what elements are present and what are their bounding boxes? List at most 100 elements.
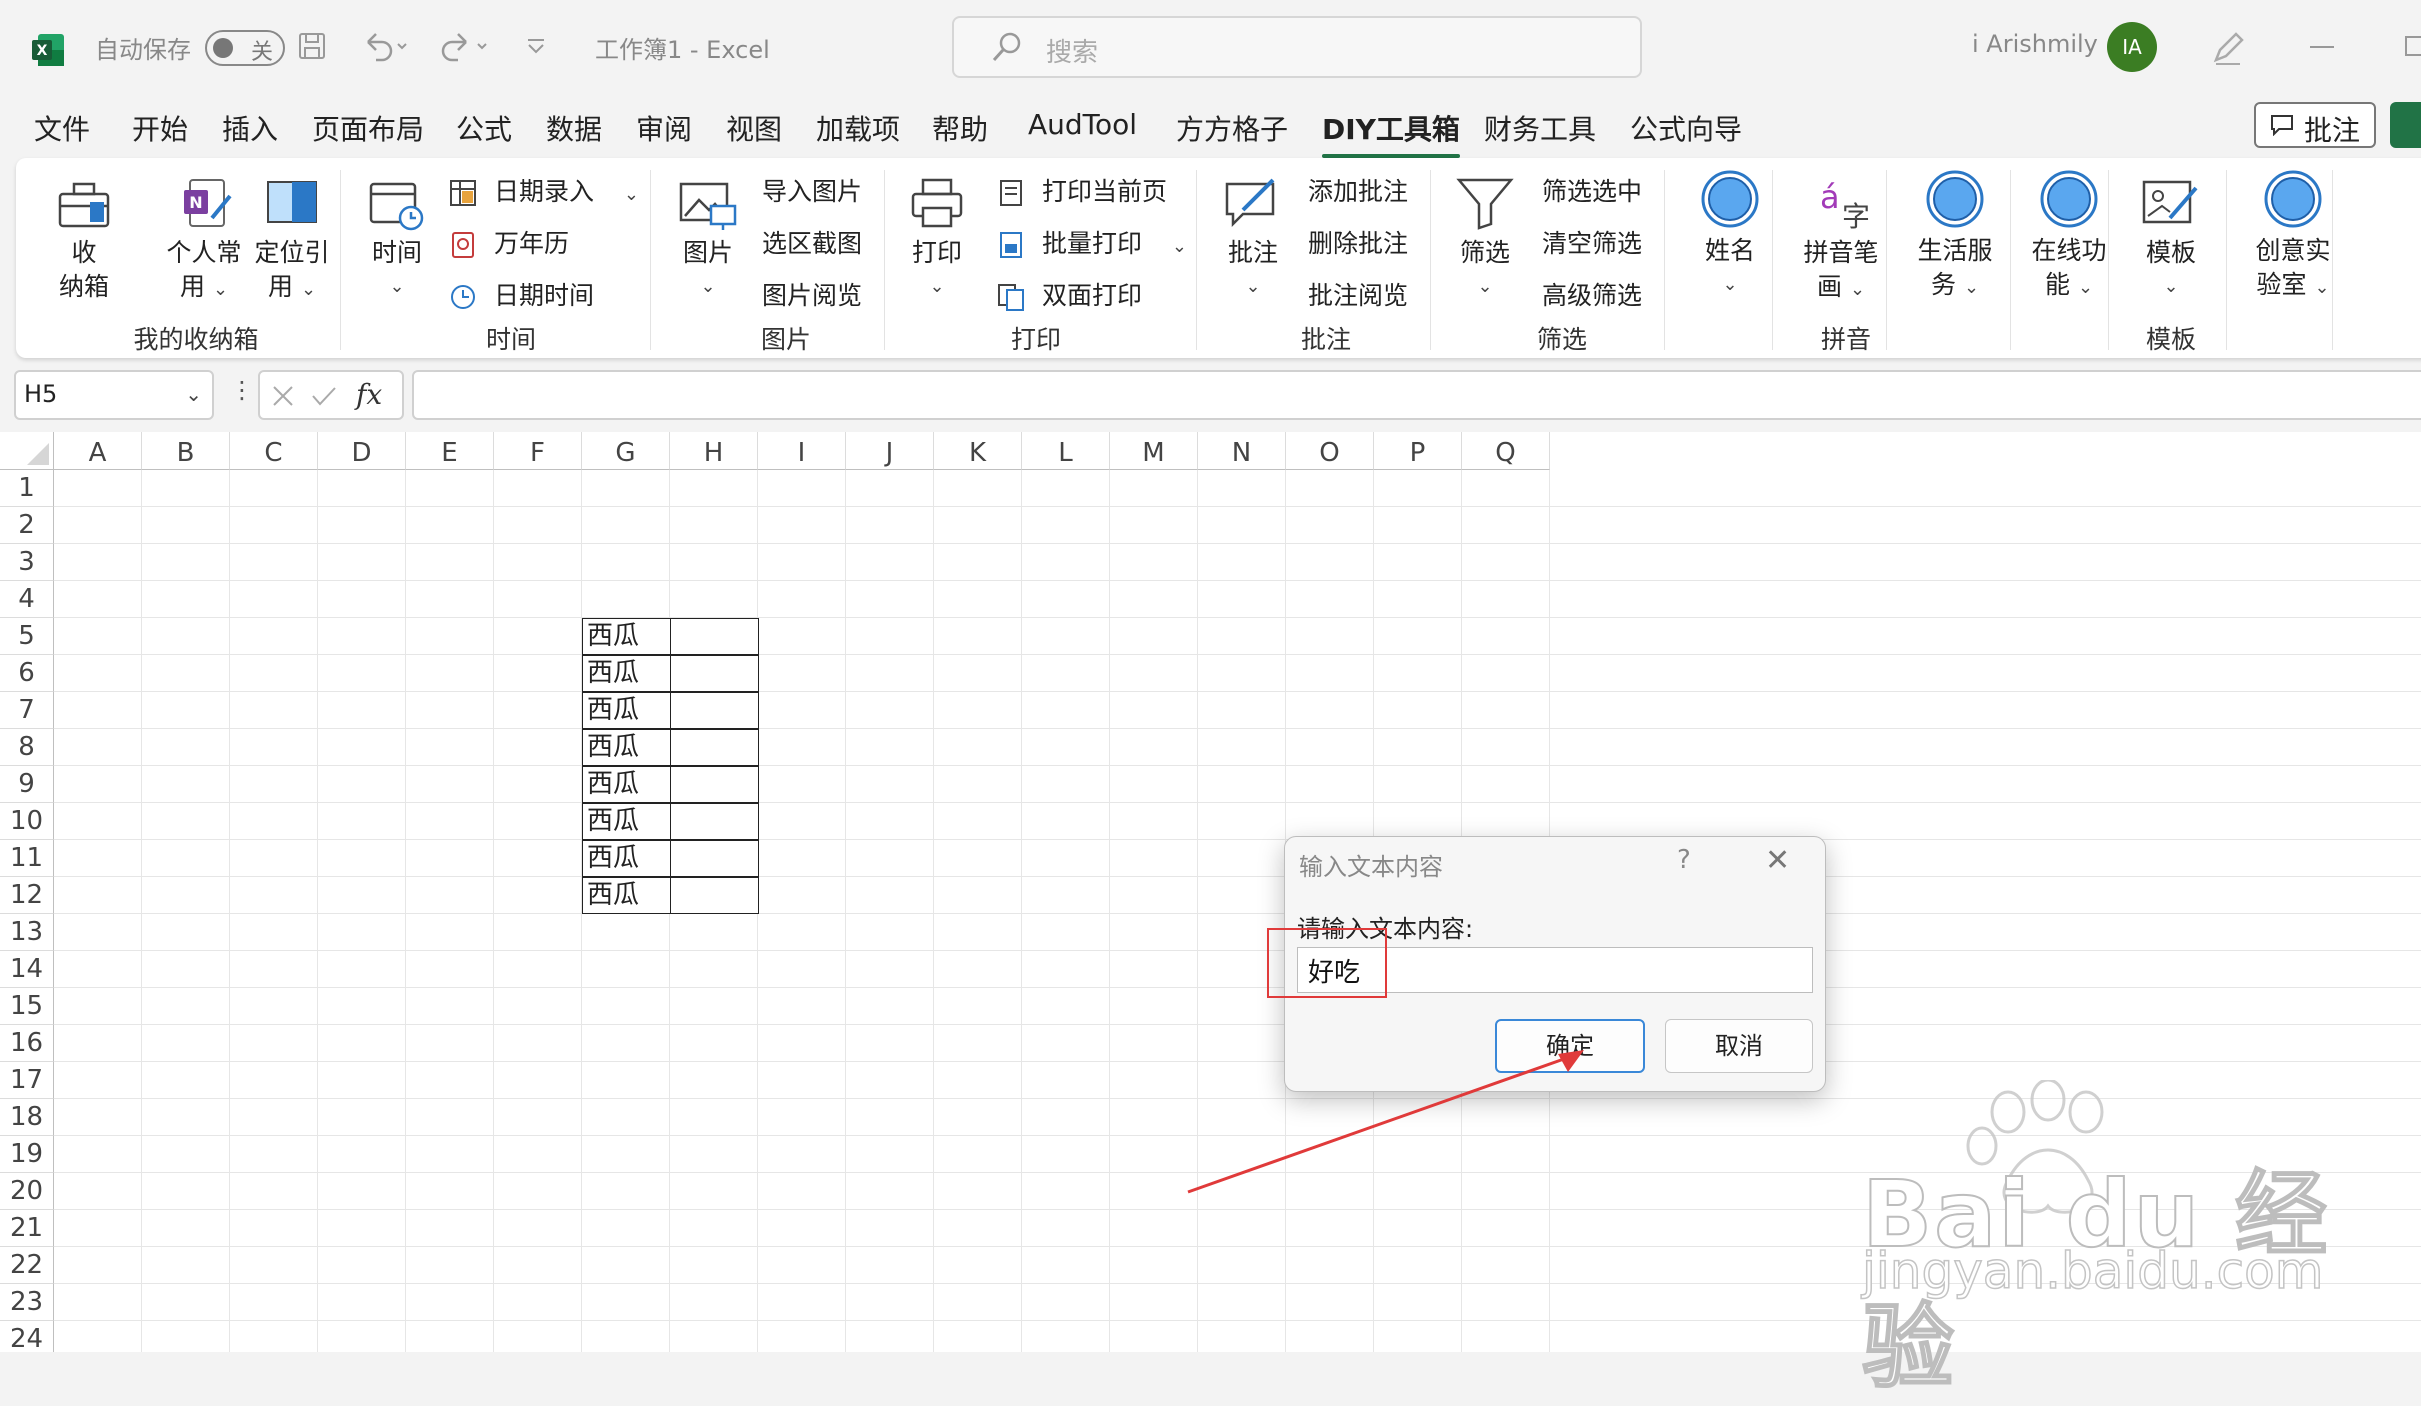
comment-button[interactable]: 批注 ⌄ bbox=[1212, 176, 1294, 304]
column-header-l[interactable]: L bbox=[1022, 432, 1110, 470]
tab-review[interactable]: 审阅 bbox=[636, 108, 692, 148]
row-header-7[interactable]: 7 bbox=[0, 692, 54, 729]
clear-filter-button[interactable]: 清空筛选 bbox=[1542, 224, 1642, 260]
row-header-17[interactable]: 17 bbox=[0, 1062, 54, 1099]
column-header-h[interactable]: H bbox=[670, 432, 758, 470]
row-header-22[interactable]: 22 bbox=[0, 1247, 54, 1284]
tab-audtool[interactable]: AudTool bbox=[1028, 108, 1137, 141]
comment-browse-button[interactable]: 批注阅览 bbox=[1308, 276, 1408, 312]
tab-data[interactable]: 数据 bbox=[546, 108, 602, 148]
select-all-button[interactable] bbox=[0, 432, 54, 470]
search-box[interactable]: 搜索 bbox=[952, 16, 1642, 78]
minimize-icon[interactable] bbox=[2310, 46, 2334, 48]
print-button[interactable]: 打印 ⌄ bbox=[896, 176, 978, 304]
row-header-18[interactable]: 18 bbox=[0, 1099, 54, 1136]
life-services-button[interactable]: 生活服 务 ⌄ bbox=[1900, 168, 2010, 305]
row-header-15[interactable]: 15 bbox=[0, 988, 54, 1025]
import-picture-button[interactable]: 导入图片 bbox=[762, 172, 862, 208]
row-header-8[interactable]: 8 bbox=[0, 729, 54, 766]
datetime-button[interactable]: 日期时间 bbox=[448, 276, 594, 312]
batch-print-button[interactable]: 批量打印 ⌄ bbox=[996, 224, 1187, 260]
cancel-button[interactable]: 取消 bbox=[1665, 1019, 1813, 1073]
row-header-6[interactable]: 6 bbox=[0, 655, 54, 692]
cell-g12[interactable]: 西瓜 bbox=[582, 877, 671, 914]
cell-g11[interactable]: 西瓜 bbox=[582, 840, 671, 877]
column-header-c[interactable]: C bbox=[230, 432, 318, 470]
redo-icon[interactable] bbox=[440, 30, 488, 62]
column-header-f[interactable]: F bbox=[494, 432, 582, 470]
row-header-1[interactable]: 1 bbox=[0, 470, 54, 507]
add-comment-button[interactable]: 添加批注 bbox=[1308, 172, 1408, 208]
customize-toolbar-icon[interactable] bbox=[524, 30, 548, 62]
row-header-5[interactable]: 5 bbox=[0, 618, 54, 655]
undo-icon[interactable] bbox=[360, 30, 408, 62]
print-current-page-button[interactable]: 打印当前页 bbox=[996, 172, 1167, 208]
tab-fangfang[interactable]: 方方格子 bbox=[1176, 108, 1288, 148]
date-entry-button[interactable]: 日期录入 ⌄ bbox=[448, 172, 639, 208]
cell-g10[interactable]: 西瓜 bbox=[582, 803, 671, 840]
filter-button[interactable]: 筛选 ⌄ bbox=[1444, 176, 1526, 304]
cell-h5[interactable] bbox=[670, 618, 759, 655]
tab-help[interactable]: 帮助 bbox=[932, 108, 988, 148]
tab-formulas[interactable]: 公式 bbox=[456, 108, 512, 148]
name-button[interactable]: 姓名 ⌄ bbox=[1680, 168, 1780, 302]
row-header-20[interactable]: 20 bbox=[0, 1173, 54, 1210]
cell-h11[interactable] bbox=[670, 840, 759, 877]
row-header-24[interactable]: 24 bbox=[0, 1321, 54, 1352]
cancel-icon[interactable] bbox=[270, 384, 296, 408]
column-header-m[interactable]: M bbox=[1110, 432, 1198, 470]
personal-favorites-button[interactable]: N 个人常 用 ⌄ bbox=[156, 176, 252, 307]
perpetual-calendar-button[interactable]: 万年历 bbox=[448, 224, 569, 260]
cell-h8[interactable] bbox=[670, 729, 759, 766]
column-header-d[interactable]: D bbox=[318, 432, 406, 470]
column-header-i[interactable]: I bbox=[758, 432, 846, 470]
row-header-23[interactable]: 23 bbox=[0, 1284, 54, 1321]
row-header-10[interactable]: 10 bbox=[0, 803, 54, 840]
formula-input[interactable] bbox=[412, 370, 2421, 420]
row-header-16[interactable]: 16 bbox=[0, 1025, 54, 1062]
duplex-print-button[interactable]: 双面打印 bbox=[996, 276, 1142, 312]
comments-button[interactable]: 批注 bbox=[2254, 102, 2376, 148]
tab-insert[interactable]: 插入 bbox=[222, 108, 278, 148]
template-button[interactable]: 模板 ⌄ bbox=[2126, 176, 2216, 304]
save-icon[interactable] bbox=[296, 30, 328, 62]
row-header-3[interactable]: 3 bbox=[0, 544, 54, 581]
column-header-j[interactable]: J bbox=[846, 432, 934, 470]
cell-h9[interactable] bbox=[670, 766, 759, 803]
cell-h12[interactable] bbox=[670, 877, 759, 914]
picture-browse-button[interactable]: 图片阅览 bbox=[762, 276, 862, 312]
row-header-19[interactable]: 19 bbox=[0, 1136, 54, 1173]
delete-comment-button[interactable]: 删除批注 bbox=[1308, 224, 1408, 260]
pen-icon[interactable] bbox=[2208, 28, 2248, 68]
time-button[interactable]: 时间 ⌄ bbox=[356, 176, 438, 304]
tab-formula-wizard[interactable]: 公式向导 bbox=[1630, 108, 1742, 148]
tab-page-layout[interactable]: 页面布局 bbox=[312, 108, 424, 148]
cell-h7[interactable] bbox=[670, 692, 759, 729]
column-header-o[interactable]: O bbox=[1286, 432, 1374, 470]
locate-reference-button[interactable]: 定位引 用 ⌄ bbox=[242, 176, 342, 307]
row-header-11[interactable]: 11 bbox=[0, 840, 54, 877]
autosave-toggle[interactable]: 关 bbox=[205, 30, 285, 66]
tab-file[interactable]: 文件 bbox=[34, 108, 90, 148]
row-header-9[interactable]: 9 bbox=[0, 766, 54, 803]
name-box[interactable]: H5 ⌄ bbox=[14, 370, 214, 420]
row-header-13[interactable]: 13 bbox=[0, 914, 54, 951]
row-header-21[interactable]: 21 bbox=[0, 1210, 54, 1247]
picture-button[interactable]: 图片 ⌄ bbox=[668, 176, 748, 304]
help-icon[interactable]: ? bbox=[1677, 845, 1691, 875]
pinyin-stroke-button[interactable]: á字 拼音笔 画 ⌄ bbox=[1786, 176, 1896, 307]
function-icon[interactable]: fx bbox=[356, 378, 382, 411]
cell-g5[interactable]: 西瓜 bbox=[582, 618, 671, 655]
share-button[interactable] bbox=[2390, 102, 2421, 148]
column-header-a[interactable]: A bbox=[54, 432, 142, 470]
column-header-n[interactable]: N bbox=[1198, 432, 1286, 470]
tab-home[interactable]: 开始 bbox=[132, 108, 188, 148]
close-icon[interactable]: ✕ bbox=[1765, 843, 1790, 878]
tab-addins[interactable]: 加载项 bbox=[816, 108, 900, 148]
column-header-b[interactable]: B bbox=[142, 432, 230, 470]
column-header-q[interactable]: Q bbox=[1462, 432, 1550, 470]
filter-selected-button[interactable]: 筛选选中 bbox=[1542, 172, 1642, 208]
column-header-g[interactable]: G bbox=[582, 432, 670, 470]
row-header-2[interactable]: 2 bbox=[0, 507, 54, 544]
tab-diy-toolbox[interactable]: DIY工具箱 bbox=[1322, 108, 1460, 158]
